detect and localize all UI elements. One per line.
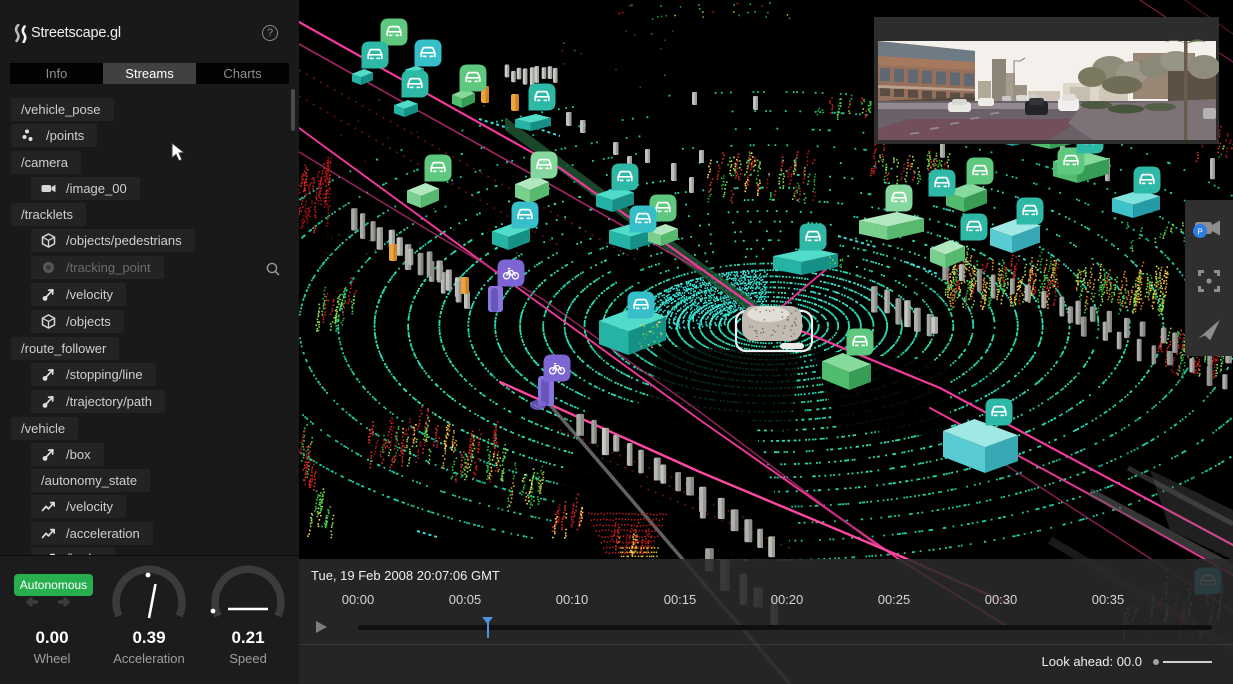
svg-text:P: P	[1197, 228, 1202, 237]
